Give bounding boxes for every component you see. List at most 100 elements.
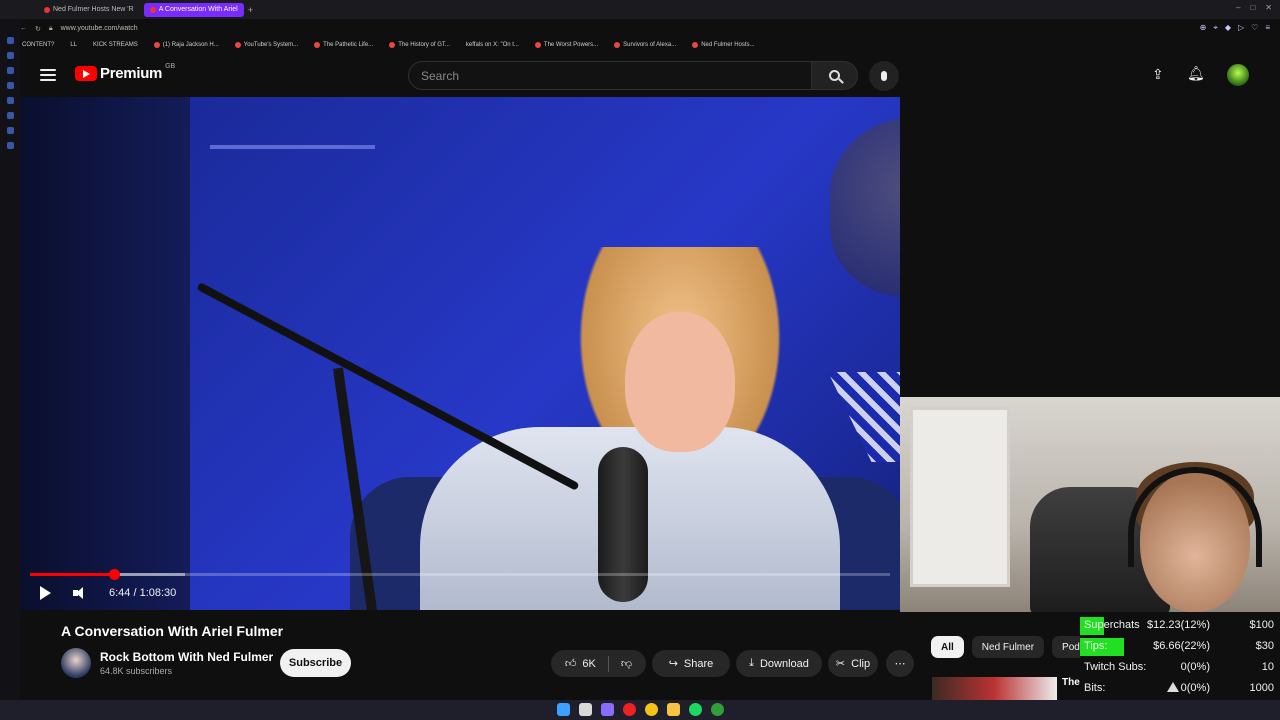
sidebar-app-icon[interactable] (6, 97, 14, 104)
bookmark-item[interactable]: The Pathetic Life... (314, 42, 373, 48)
stream-goal-row: Tips: $6.66(22%) $30 (1080, 636, 1280, 657)
xbox-icon[interactable] (711, 703, 724, 716)
bookmark-item[interactable]: CONTENT? (22, 42, 54, 48)
minimize-icon[interactable]: – (1236, 3, 1240, 12)
menu-dots-icon[interactable]: ≡ (1265, 23, 1270, 33)
recommended-title[interactable]: The (1062, 677, 1080, 688)
pin-icon[interactable]: ⌖ (1213, 23, 1218, 33)
bookmark-item[interactable]: The History of GT... (389, 42, 450, 48)
sidebar-app-icon[interactable] (6, 142, 14, 149)
webcam-scene-window (910, 407, 1010, 587)
goal-target: 1000 (1249, 682, 1274, 694)
volume-icon[interactable] (73, 587, 87, 599)
maximize-icon[interactable]: □ (1250, 3, 1255, 12)
search-input[interactable] (409, 62, 811, 89)
video-player[interactable]: 6:44 / 1:08:30 (20, 97, 900, 610)
goal-target: $100 (1249, 619, 1274, 631)
bookmark-item[interactable]: Survivors of Alexa... (614, 42, 676, 48)
account-avatar[interactable] (1227, 64, 1249, 86)
bookmark-item[interactable]: keffals on X: "On t... (466, 42, 519, 48)
back-icon[interactable]: ← (20, 25, 27, 32)
duration: 1:08:30 (139, 587, 177, 599)
windows-taskbar (0, 700, 1280, 720)
youtube-premium-logo[interactable]: Premium GB (75, 63, 175, 82)
youtube-favicon-icon (153, 42, 160, 48)
scrubber-handle[interactable] (109, 569, 120, 580)
recommended-thumbnail[interactable] (932, 677, 1057, 700)
progress-bar[interactable] (30, 569, 890, 580)
new-tab-icon[interactable]: + (248, 5, 253, 15)
play-extension-icon[interactable]: ▷ (1238, 23, 1244, 33)
goal-value-text: $6.66(22%) (1153, 640, 1210, 652)
url-text[interactable]: www.youtube.com/watch (61, 25, 138, 32)
goal-value-text: 0(0%) (1180, 661, 1210, 673)
youtube-favicon-icon (234, 42, 241, 48)
bookmark-item[interactable]: KICK STREAMS (93, 42, 138, 48)
goal-value-text: $12.23(12%) (1147, 619, 1210, 631)
spotify-icon[interactable] (689, 703, 702, 716)
bookmark-item[interactable]: The Worst Powers... (534, 42, 598, 48)
browser-tab-conversation[interactable]: A Conversation With Ariel (143, 2, 244, 17)
sidebar-app-icon[interactable] (6, 127, 14, 134)
current-time: 6:44 (109, 587, 131, 599)
goal-value: 0(0%) (1080, 682, 1210, 694)
share-button[interactable]: ↪ Share (652, 650, 730, 677)
scissors-icon: ✂ (835, 658, 846, 670)
search-button[interactable] (812, 61, 858, 90)
channel-name[interactable]: Rock Bottom With Ned Fulmer (100, 650, 273, 664)
share-icon: ↪ (668, 658, 678, 670)
opera-icon[interactable] (623, 703, 636, 716)
file-explorer-icon[interactable] (667, 703, 680, 716)
goal-value-text: 0(0%) (1180, 682, 1210, 694)
sidebar-app-icon[interactable] (6, 52, 14, 59)
play-icon[interactable] (40, 586, 51, 600)
sidebar-app-icon[interactable] (6, 67, 14, 74)
shield-icon[interactable]: ◆ (1225, 23, 1231, 33)
progress-played (30, 573, 114, 576)
thumbs-down-icon[interactable]: 👎︎ (621, 657, 632, 670)
search-box[interactable] (408, 61, 812, 90)
bookmark-item[interactable]: YouTube's System... (234, 42, 298, 48)
chrome-icon[interactable] (645, 703, 658, 716)
bookmark-item[interactable]: Ned Fulmer Hosts... (692, 42, 755, 48)
tab-label: A Conversation With Ariel (158, 6, 238, 13)
voice-search-button[interactable] (869, 61, 899, 91)
microphone-icon (881, 71, 887, 81)
sidebar-app-icon[interactable] (6, 37, 14, 44)
address-bar[interactable]: ← ↻ 🔒︎ www.youtube.com/watch (20, 20, 1280, 37)
download-label: Download (759, 657, 809, 670)
window-controls: – □ ✕ (1236, 3, 1272, 12)
thumbs-up-icon[interactable]: 👍︎ (565, 657, 577, 670)
search-icon (829, 70, 840, 81)
taskbar-search-icon[interactable] (579, 703, 592, 716)
subscribe-button[interactable]: Subscribe (280, 649, 351, 677)
heart-icon[interactable]: ♡ (1251, 23, 1258, 33)
windows-start-icon[interactable] (557, 703, 570, 716)
chip-all[interactable]: All (931, 636, 964, 658)
sidebar-app-icon[interactable] (6, 112, 14, 119)
zoom-icon[interactable]: ⊕ (1200, 23, 1207, 33)
youtube-favicon-icon (389, 42, 396, 48)
taskbar-app-icon[interactable] (601, 703, 614, 716)
upload-icon[interactable]: ⇪ (1152, 66, 1164, 83)
clip-button[interactable]: ✂ Clip (828, 650, 878, 677)
reload-icon[interactable]: ↻ (35, 25, 41, 33)
close-icon[interactable]: ✕ (1265, 3, 1272, 12)
hamburger-menu-icon[interactable] (40, 69, 56, 81)
channel-avatar[interactable] (61, 648, 91, 678)
download-button[interactable]: ⤓ Download (736, 650, 822, 677)
recommendation-chips: All Ned Fulmer Podc (931, 636, 1095, 658)
player-controls: 6:44 / 1:08:30 (40, 583, 176, 603)
bits-icon (1166, 682, 1179, 692)
bookmark-item[interactable]: LL (70, 42, 77, 48)
bookmark-item[interactable]: (1) Raja Jackson H... (153, 42, 219, 48)
sidebar-app-icon[interactable] (6, 82, 14, 89)
notifications-bell-icon[interactable]: 🔔︎ (1187, 65, 1205, 82)
time-display: 6:44 / 1:08:30 (109, 587, 176, 599)
browser-tab-ned-fulmer[interactable]: Ned Fulmer Hosts New 'R (38, 3, 140, 17)
like-count[interactable]: 6K (582, 658, 595, 670)
more-actions-button[interactable]: ⋯ (886, 650, 914, 677)
chip-ned-fulmer[interactable]: Ned Fulmer (971, 636, 1045, 658)
tab-label: Ned Fulmer Hosts New 'R (53, 6, 134, 13)
like-dislike-group: 👍︎ 6K 👎︎ (551, 650, 646, 677)
